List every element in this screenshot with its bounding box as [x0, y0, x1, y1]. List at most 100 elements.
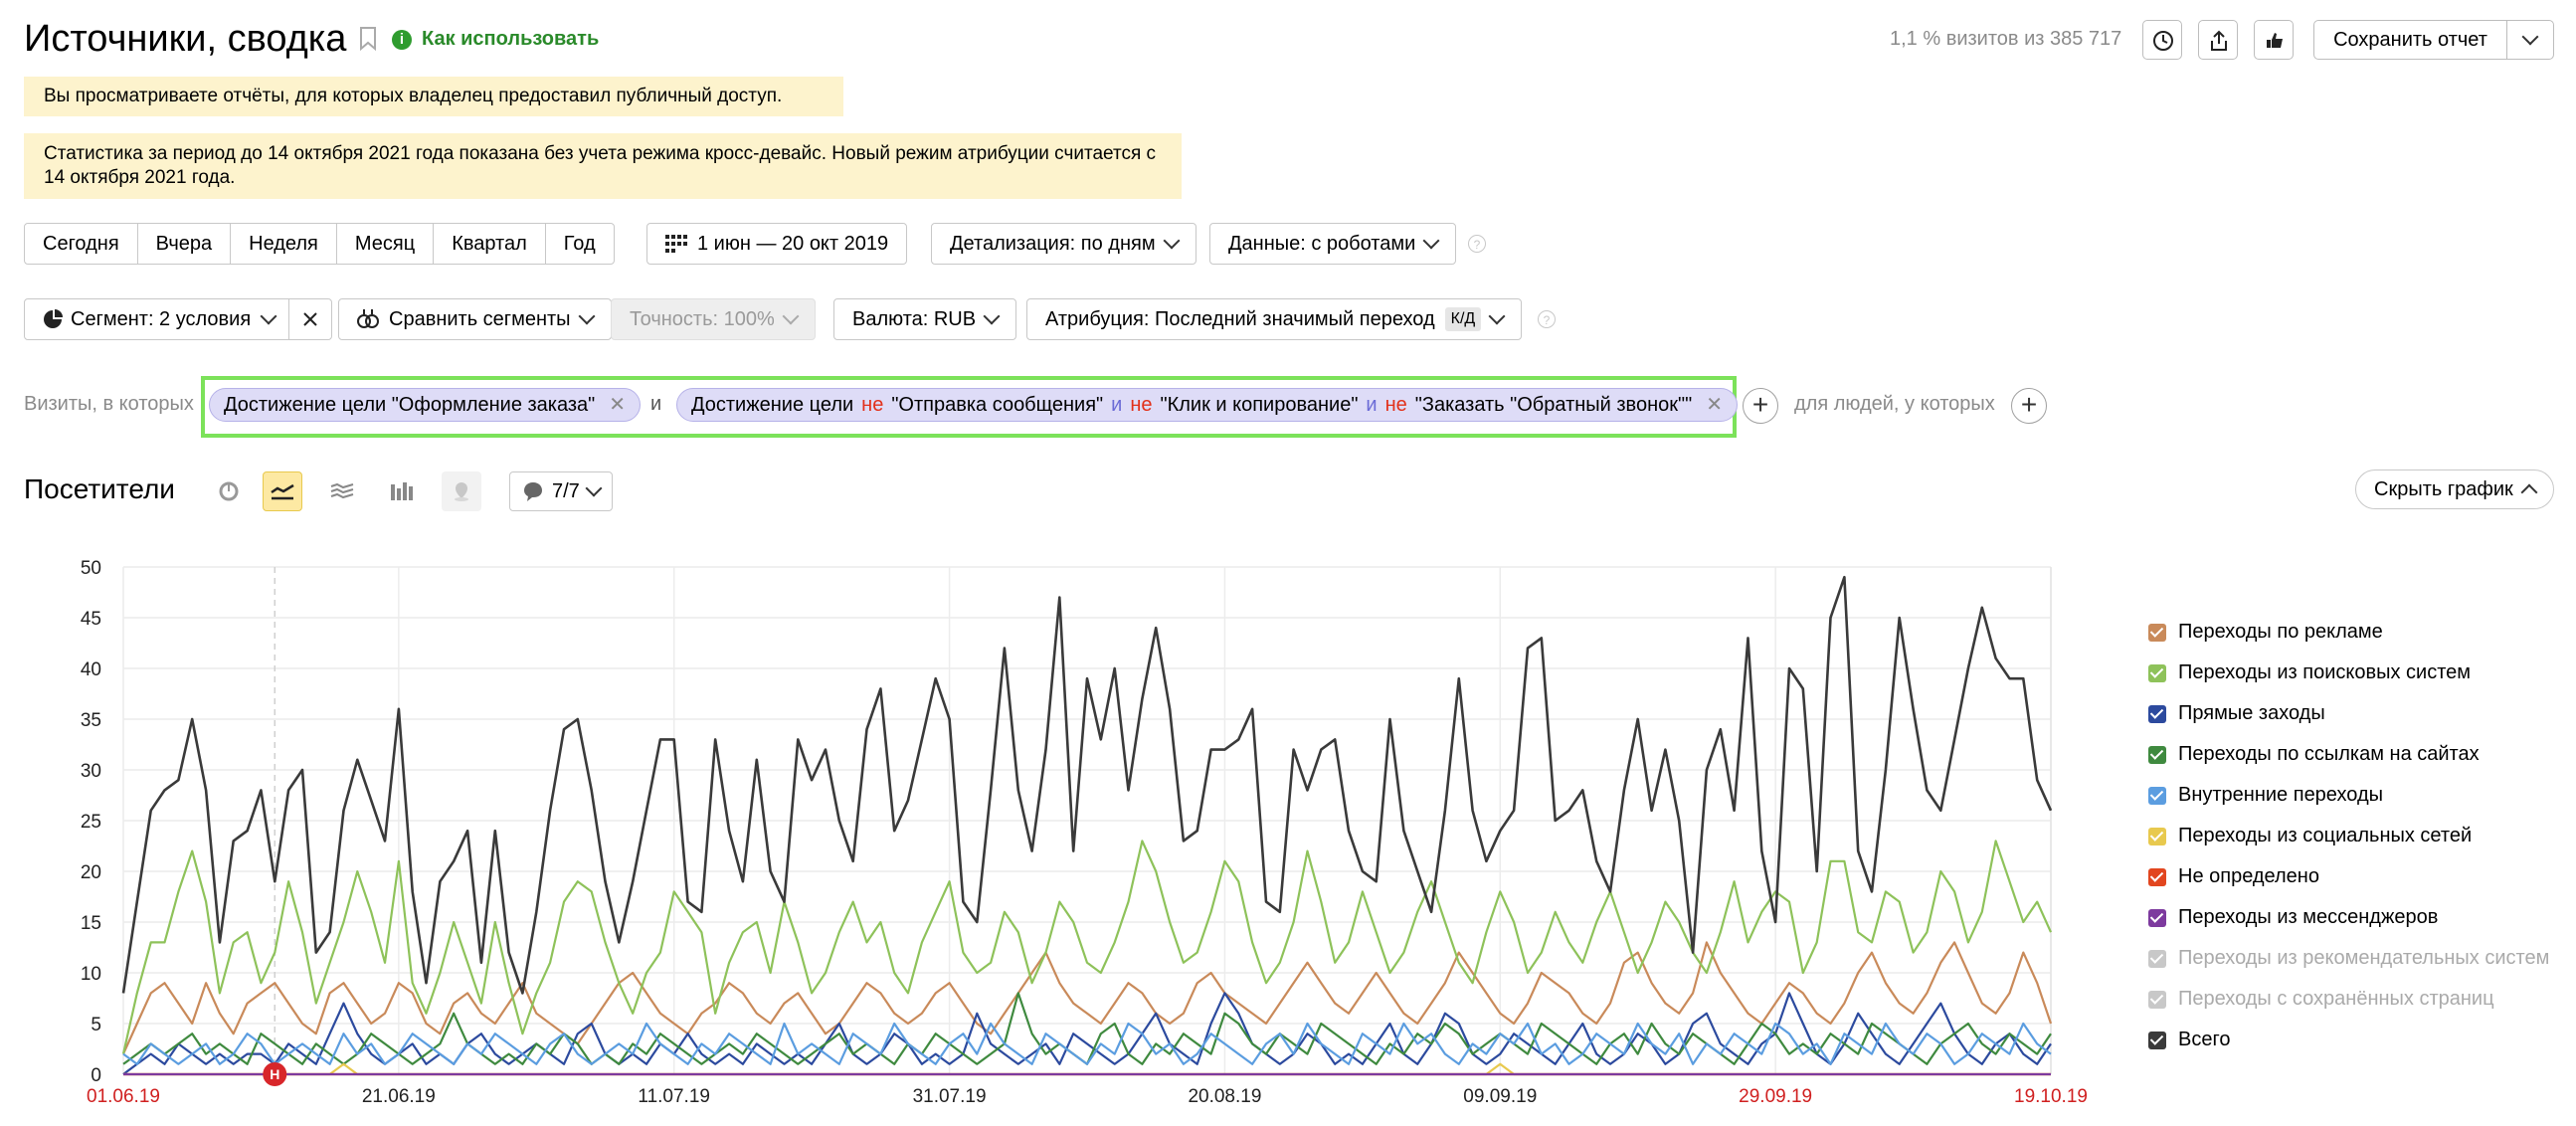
- legend-label: Переходы по ссылкам на сайтах: [2178, 743, 2480, 765]
- y-tick-label: 35: [81, 710, 101, 731]
- y-tick-label: 5: [91, 1015, 101, 1035]
- currency-dropdown[interactable]: Валюта: RUB: [833, 298, 1017, 340]
- save-report-dropdown[interactable]: [2507, 21, 2553, 59]
- filter-chip-goals-excluded[interactable]: Достижение цели не "Отправка сообщения" …: [676, 388, 1738, 422]
- legend-item[interactable]: Внутренние переходы: [2148, 784, 2383, 807]
- pie-chart-icon: [219, 481, 239, 501]
- data-mode-dropdown[interactable]: Данные: с роботами: [1209, 223, 1457, 265]
- attribution-dropdown[interactable]: Атрибуция: Последний значимый переход К/…: [1026, 298, 1523, 340]
- public-access-notice: Вы просматриваете отчёты, для которых вл…: [24, 77, 843, 116]
- clear-segment-button[interactable]: [288, 299, 331, 339]
- how-to-use-label: Как использовать: [422, 28, 600, 50]
- add-condition-button[interactable]: +: [1743, 388, 1778, 424]
- legend-label: Переходы из рекомендательных систем: [2178, 947, 2550, 969]
- legend-checkbox[interactable]: [2148, 623, 2166, 642]
- legend-item[interactable]: Переходы по ссылкам на сайтах: [2148, 743, 2480, 766]
- currency-label: Валюта: RUB: [852, 308, 977, 330]
- legend-checkbox[interactable]: [2148, 745, 2166, 764]
- legend-item[interactable]: Переходы с сохранённых страниц: [2148, 988, 2494, 1011]
- chevron-down-icon: [1488, 307, 1506, 325]
- legend-item[interactable]: Не определено: [2148, 865, 2319, 888]
- close-icon: [303, 312, 317, 326]
- help-icon[interactable]: ?: [1538, 310, 1556, 328]
- x-tick-label: 20.08.19: [1188, 1086, 1261, 1107]
- people-filter-label: для людей, у которых: [1794, 393, 1995, 415]
- line-chart-icon: [271, 483, 294, 500]
- legend-checkbox[interactable]: [2148, 949, 2166, 968]
- area-chart-view-button[interactable]: [322, 471, 362, 511]
- period-month[interactable]: Месяц: [337, 224, 435, 264]
- page-title: Источники, сводка: [24, 18, 347, 60]
- history-button[interactable]: [2142, 20, 2182, 60]
- feedback-button[interactable]: [2254, 20, 2294, 60]
- chip-part-click: "Клик и копирование": [1160, 394, 1359, 416]
- period-today[interactable]: Сегодня: [25, 224, 138, 264]
- section-title: Посетители: [24, 473, 175, 504]
- x-tick-label: 19.10.19: [2014, 1086, 2088, 1107]
- comments-count: 7/7: [552, 479, 580, 502]
- close-icon[interactable]: ✕: [1706, 389, 1723, 421]
- hide-chart-button[interactable]: Скрыть график: [2355, 469, 2554, 509]
- add-people-condition-button[interactable]: +: [2011, 388, 2047, 424]
- close-icon[interactable]: ✕: [609, 389, 626, 421]
- date-range-button[interactable]: 1 июн — 20 окт 2019: [646, 223, 908, 265]
- segment-dropdown[interactable]: Сегмент: 2 условия: [24, 298, 333, 340]
- x-tick-label: 31.07.19: [913, 1086, 987, 1107]
- y-tick-label: 30: [81, 761, 101, 782]
- segment-label: Сегмент: 2 условия: [71, 308, 252, 330]
- bar-chart-view-button[interactable]: [382, 471, 422, 511]
- chevron-down-icon: [782, 307, 800, 325]
- legend-item[interactable]: Переходы из социальных сетей: [2148, 825, 2472, 847]
- how-to-use-link[interactable]: i Как использовать: [392, 28, 599, 51]
- chevron-down-icon: [1422, 232, 1440, 250]
- chevron-down-icon: [2521, 28, 2539, 46]
- compare-segments-dropdown[interactable]: Сравнить сегменты: [338, 298, 612, 340]
- clock-icon: [2153, 31, 2173, 51]
- y-tick-label: 15: [81, 913, 101, 934]
- series-line: [123, 1062, 2051, 1076]
- period-year[interactable]: Год: [546, 224, 614, 264]
- legend-item[interactable]: Переходы из мессенджеров: [2148, 906, 2438, 929]
- period-selector: Сегодня Вчера Неделя Месяц Квартал Год: [24, 223, 615, 265]
- save-report-button[interactable]: Сохранить отчет: [2313, 20, 2554, 60]
- filter-chip-goal[interactable]: Достижение цели "Оформление заказа" ✕: [209, 388, 642, 422]
- export-button[interactable]: [2198, 20, 2238, 60]
- legend-item[interactable]: Всего: [2148, 1029, 2230, 1051]
- period-week[interactable]: Неделя: [231, 224, 337, 264]
- period-quarter[interactable]: Квартал: [434, 224, 546, 264]
- legend-checkbox[interactable]: [2148, 867, 2166, 886]
- legend-item[interactable]: Переходы из поисковых систем: [2148, 661, 2471, 684]
- x-tick-label: 01.06.19: [87, 1086, 160, 1107]
- area-chart-icon: [330, 482, 354, 499]
- bookmark-icon[interactable]: [358, 26, 378, 52]
- legend-checkbox[interactable]: [2148, 908, 2166, 927]
- help-icon[interactable]: ?: [1468, 235, 1486, 253]
- chip-and-2: и: [1366, 394, 1378, 416]
- compare-segments-label: Сравнить сегменты: [389, 308, 571, 330]
- legend-checkbox[interactable]: [2148, 990, 2166, 1009]
- chevron-down-icon: [983, 307, 1001, 325]
- detail-dropdown[interactable]: Детализация: по дням: [931, 223, 1196, 265]
- legend-item[interactable]: Переходы по рекламе: [2148, 621, 2383, 644]
- visits-share: 1,1 % визитов из 385 717: [1890, 28, 2122, 50]
- visitors-chart: 0 5 10 15 20 25 30 35 40 45 50 01.06.19 21.06.19 11.0…: [81, 558, 2088, 1107]
- compare-icon: [357, 309, 379, 328]
- legend-checkbox[interactable]: [2148, 1031, 2166, 1049]
- chevron-down-icon: [578, 307, 596, 325]
- pie-chart-view-button[interactable]: [209, 471, 249, 511]
- legend-label: Всего: [2178, 1029, 2231, 1050]
- legend-label: Не определено: [2178, 865, 2319, 887]
- comments-dropdown[interactable]: 7/7: [509, 471, 613, 511]
- legend-checkbox[interactable]: [2148, 704, 2166, 723]
- legend-item[interactable]: Прямые заходы: [2148, 702, 2325, 725]
- map-pin-icon: [455, 482, 468, 501]
- legend-checkbox[interactable]: [2148, 786, 2166, 805]
- legend-checkbox[interactable]: [2148, 827, 2166, 845]
- hide-chart-label: Скрыть график: [2374, 477, 2513, 500]
- attribution-label: Атрибуция: Последний значимый переход: [1045, 308, 1435, 330]
- legend-checkbox[interactable]: [2148, 663, 2166, 682]
- calendar-icon: [665, 235, 687, 253]
- line-chart-view-button[interactable]: [263, 471, 302, 511]
- period-yesterday[interactable]: Вчера: [138, 224, 232, 264]
- legend-item[interactable]: Переходы из рекомендательных систем: [2148, 947, 2549, 970]
